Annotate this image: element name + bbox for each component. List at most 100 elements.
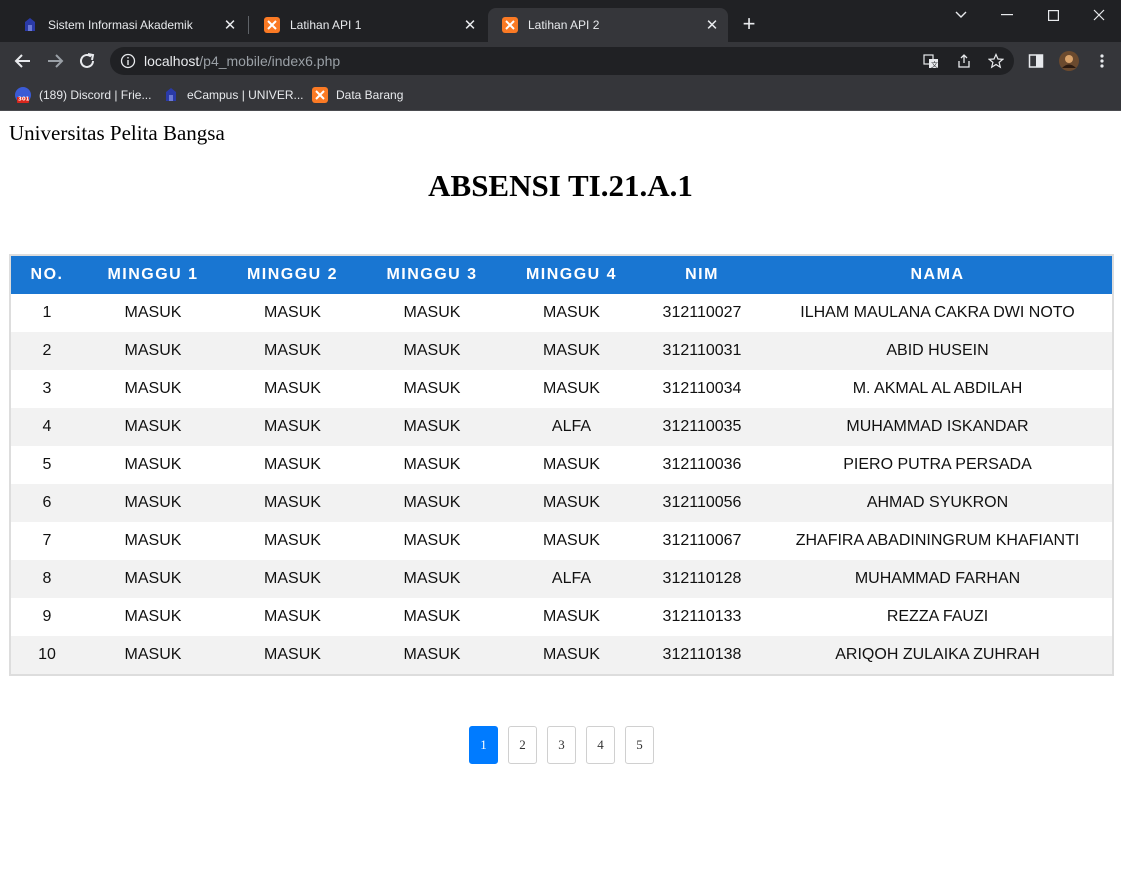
cell-nama: REZZA FAUZI (886, 608, 989, 625)
header-nama: NAMA (763, 256, 1112, 294)
cell-no: 10 (38, 646, 56, 663)
reload-icon (80, 53, 95, 68)
cell-minggu-1: MASUK (124, 304, 182, 321)
cell-nim: 312110067 (662, 532, 742, 549)
table-row: 7 MASUK MASUK MASUK MASUK 312110067 ZHAFIRA AB… (11, 522, 1112, 560)
cell-nama: M. AKMAL AL ABDILAH (852, 380, 1023, 397)
campus-icon (22, 17, 38, 33)
cell-nama: MUHAMMAD ISKANDAR (846, 418, 1029, 435)
page-content: Universitas Pelita Bangsa ABSENSI TI.21.… (0, 112, 1121, 886)
svg-text:文: 文 (931, 60, 938, 69)
cell-no: 5 (42, 456, 52, 473)
xampp-icon (312, 87, 328, 103)
cell-nama: ZHAFIRA ABADININGRUM KHAFIANTI (795, 532, 1080, 549)
tab-title: Sistem Informasi Akademik (48, 18, 193, 32)
share-icon[interactable] (956, 53, 972, 69)
maximize-button[interactable] (1030, 0, 1076, 30)
cell-nim: 312110128 (662, 570, 742, 587)
cell-minggu-4: MASUK (543, 304, 600, 321)
cell-nama: MUHAMMAD FARHAN (854, 570, 1021, 587)
tab-latihan-api-1[interactable]: Latihan API 1 ✕ (250, 8, 486, 42)
table-body: 1 MASUK MASUK MASUK MASUK 312110027 ILHAM MAUL… (11, 294, 1112, 674)
menu-dots-icon[interactable] (1094, 53, 1110, 69)
cell-minggu-3: MASUK (403, 380, 461, 397)
page-button-4[interactable]: 4 (586, 726, 615, 764)
browser-toolbar: localhost/p4_mobile/index6.php 文 (0, 42, 1121, 80)
cell-minggu-1: MASUK (124, 418, 182, 435)
cell-minggu-1: MASUK (124, 646, 182, 663)
url-host: localhost (144, 53, 200, 69)
cell-nim: 312110031 (662, 342, 742, 359)
side-panel-icon[interactable] (1028, 53, 1044, 69)
campus-icon (163, 87, 179, 103)
cell-no: 8 (42, 570, 52, 587)
cell-minggu-4: MASUK (543, 456, 600, 473)
close-window-button[interactable] (1076, 0, 1121, 30)
bookmark-label: (189) Discord | Frie... (39, 88, 152, 102)
cell-nim: 312110138 (662, 646, 742, 663)
cell-nim: 312110034 (662, 380, 742, 397)
avatar[interactable] (1058, 50, 1080, 72)
table-row: 6 MASUK MASUK MASUK MASUK 312110056 AHMAD SYUK… (11, 484, 1112, 522)
cell-minggu-1: MASUK (124, 570, 182, 587)
xampp-icon (502, 17, 518, 33)
translate-icon[interactable]: 文 (923, 53, 939, 69)
page-button-2[interactable]: 2 (508, 726, 537, 764)
cell-nim: 312110027 (662, 304, 742, 321)
page-button-3[interactable]: 3 (547, 726, 576, 764)
star-icon[interactable] (987, 53, 1005, 69)
page-title: ABSENSI TI.21.A.1 (428, 168, 693, 203)
cell-nama: PIERO PUTRA PERSADA (843, 456, 1032, 473)
cell-minggu-3: MASUK (403, 570, 461, 587)
bookmark-discord[interactable]: 301 (189) Discord | Frie... (15, 85, 152, 107)
table-row: 5 MASUK MASUK MASUK MASUK 312110036 PIERO PUTR… (11, 446, 1112, 484)
bookmark-ecampus[interactable]: eCampus | UNIVER... (163, 85, 303, 105)
minimize-button[interactable] (984, 0, 1030, 30)
new-tab-button[interactable]: + (738, 13, 760, 36)
forward-button[interactable] (42, 48, 68, 74)
cell-nama: ILHAM MAULANA CAKRA DWI NOTO (800, 304, 1075, 321)
cell-no: 7 (42, 532, 52, 549)
back-button[interactable] (10, 48, 36, 74)
close-icon[interactable]: ✕ (462, 17, 478, 34)
cell-minggu-2: MASUK (264, 456, 321, 473)
bookmark-label: eCampus | UNIVER... (187, 88, 304, 102)
cell-no: 1 (42, 304, 52, 321)
close-icon[interactable]: ✕ (704, 17, 720, 34)
page-button-1[interactable]: 1 (469, 726, 498, 764)
address-bar[interactable]: localhost/p4_mobile/index6.php 文 (110, 47, 1014, 75)
table-row: 3 MASUK MASUK MASUK MASUK 312110034 M. AKMAL A… (11, 370, 1112, 408)
table-row: 2 MASUK MASUK MASUK MASUK 312110031 ABID HUSEI… (11, 332, 1112, 370)
cell-no: 6 (42, 494, 52, 511)
tab-sistem-informasi[interactable]: Sistem Informasi Akademik ✕ (8, 8, 246, 42)
cell-minggu-1: MASUK (124, 380, 182, 397)
url-text: localhost/p4_mobile/index6.php (144, 53, 340, 69)
minimize-icon (1001, 14, 1013, 16)
close-icon[interactable]: ✕ (222, 17, 238, 34)
table-header-row: NO. MINGGU 1 MINGGU 2 MINGGU 3 MINGGU 4 … (11, 256, 1112, 294)
svg-text:301: 301 (18, 97, 30, 103)
page-button-5[interactable]: 5 (625, 726, 654, 764)
reload-button[interactable] (74, 48, 100, 74)
cell-minggu-3: MASUK (403, 494, 461, 511)
tab-search-button[interactable] (938, 0, 984, 30)
bookmarks-bar: 301 (189) Discord | Frie... eCampus | UN… (0, 80, 1121, 111)
cell-minggu-4: MASUK (543, 608, 600, 625)
cell-minggu-1: MASUK (124, 342, 182, 359)
cell-minggu-2: MASUK (264, 532, 321, 549)
bookmark-data-barang[interactable]: Data Barang (312, 85, 403, 105)
cell-minggu-2: MASUK (264, 418, 321, 435)
cell-minggu-3: MASUK (403, 608, 461, 625)
cell-minggu-2: MASUK (264, 304, 321, 321)
info-icon[interactable] (120, 53, 136, 69)
cell-minggu-4: MASUK (543, 380, 600, 397)
table-row: 8 MASUK MASUK MASUK ALFA 312110128 MUHAMMAD FA… (11, 560, 1112, 598)
cell-minggu-3: MASUK (403, 456, 461, 473)
cell-nim: 312110133 (662, 608, 742, 625)
cell-nim: 312110036 (662, 456, 742, 473)
table-row: 10 MASUK MASUK MASUK MASUK 312110138 ARIQOH ZU… (11, 636, 1112, 674)
tab-latihan-api-2[interactable]: Latihan API 2 ✕ (488, 8, 728, 42)
cell-minggu-2: MASUK (264, 570, 321, 587)
tab-title: Latihan API 2 (528, 18, 600, 32)
table-row: 1 MASUK MASUK MASUK MASUK 312110027 ILHAM MAUL… (11, 294, 1112, 332)
